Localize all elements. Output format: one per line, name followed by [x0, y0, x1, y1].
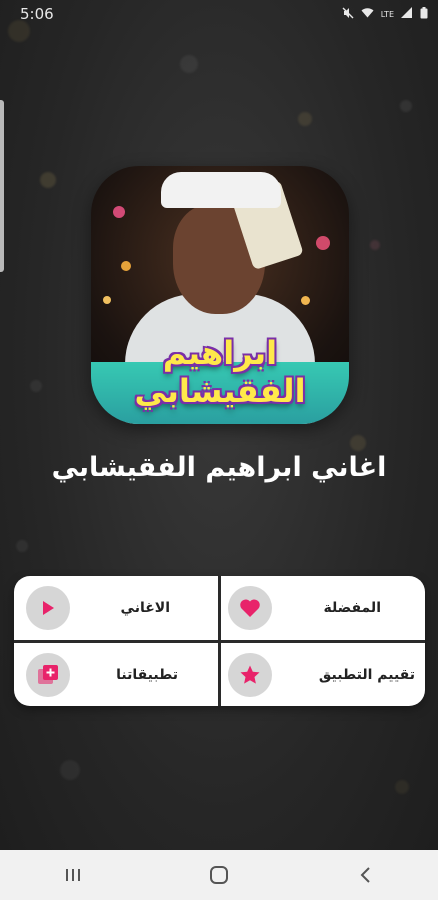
songs-button[interactable]: الاغاني: [14, 576, 218, 640]
status-time: 5:06: [20, 5, 54, 23]
rate-app-button[interactable]: تقييم التطبيق: [221, 643, 425, 706]
artwork-title: ابراهيم الفقيشابي: [134, 334, 306, 410]
back-icon[interactable]: [335, 850, 395, 900]
our-apps-button[interactable]: تطبيقاتنا: [14, 643, 218, 706]
play-icon: [26, 586, 70, 630]
system-nav-bar: [0, 850, 438, 900]
drawer-edge-handle[interactable]: [0, 100, 4, 272]
app-title: اغاني ابراهيم الفقيشابي: [51, 452, 387, 483]
add-collection-icon: [26, 653, 70, 697]
wifi-icon: [361, 7, 374, 21]
rate-app-label: تقييم التطبيق: [318, 667, 415, 683]
lte-icon: LTE: [380, 9, 394, 19]
battery-icon: [420, 6, 428, 22]
heart-icon: [228, 586, 272, 630]
favorites-button[interactable]: المفضلة: [221, 576, 425, 640]
artist-artwork: ابراهيم الفقيشابي: [91, 166, 349, 424]
status-icons: LTE: [342, 6, 428, 22]
recents-icon[interactable]: [43, 850, 103, 900]
signal-icon: [401, 7, 413, 21]
artist-headwrap: [161, 172, 281, 208]
main-menu: الاغاني المفضلة تطبيقاتنا تقييم التطبيق: [14, 576, 425, 706]
favorites-label: المفضلة: [323, 600, 381, 616]
star-icon: [228, 653, 272, 697]
songs-label: الاغاني: [120, 600, 170, 616]
mute-icon: [342, 7, 354, 22]
status-bar: 5:06 LTE: [0, 0, 438, 28]
our-apps-label: تطبيقاتنا: [116, 667, 178, 683]
home-icon[interactable]: [189, 850, 249, 900]
